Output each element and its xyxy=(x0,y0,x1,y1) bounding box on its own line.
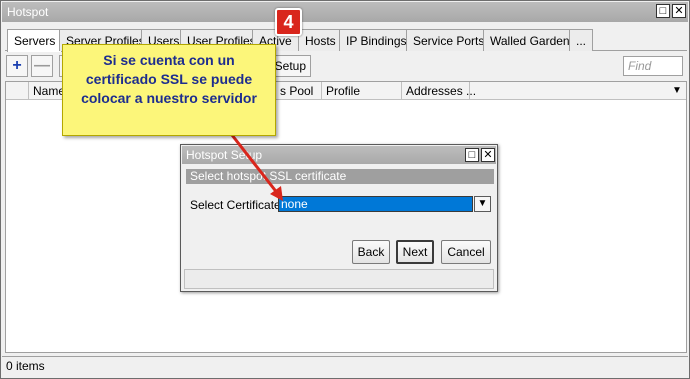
remove-button[interactable]: — xyxy=(31,55,53,77)
window-titlebar: Hotspot xyxy=(2,2,688,22)
tab-more[interactable]: ... xyxy=(569,29,594,51)
certificate-label: Select Certificate: xyxy=(190,198,285,212)
hotspot-setup-dialog: Hotspot Setup □ ✕ Select hotspot SSL cer… xyxy=(180,144,498,292)
step-number-badge: 4 xyxy=(275,8,302,36)
callout-text: Si se cuenta con un certificado SSL se p… xyxy=(81,52,257,106)
dialog-title: Hotspot Setup xyxy=(186,148,263,162)
column-address-pool[interactable]: s Pool xyxy=(276,82,322,100)
tab-ip-bindings[interactable]: IP Bindings xyxy=(339,29,414,51)
callout-note: Si se cuenta con un certificado SSL se p… xyxy=(62,44,276,136)
dialog-close-icon[interactable]: ✕ xyxy=(481,148,495,162)
tab-servers[interactable]: Servers xyxy=(7,29,63,52)
column-profile[interactable]: Profile xyxy=(322,82,402,100)
find-input[interactable]: Find xyxy=(623,56,683,76)
restore-icon[interactable]: □ xyxy=(656,4,670,18)
tab-service-ports[interactable]: Service Ports xyxy=(406,29,492,51)
next-button[interactable]: Next xyxy=(396,240,434,264)
window-title: Hotspot xyxy=(7,5,49,19)
dropdown-icon[interactable]: ▼ xyxy=(474,196,491,212)
cancel-button[interactable]: Cancel xyxy=(441,240,491,264)
certificate-select[interactable]: none xyxy=(278,196,473,212)
add-button[interactable]: + xyxy=(6,55,28,77)
back-button[interactable]: Back xyxy=(352,240,390,264)
column-addresses[interactable]: Addresses ... xyxy=(402,82,476,100)
status-bar: 0 items xyxy=(2,356,688,376)
tab-hosts[interactable]: Hosts xyxy=(298,29,343,51)
column-menu-icon[interactable]: ▼ xyxy=(668,82,686,100)
column-selector[interactable] xyxy=(6,82,29,100)
item-count: 0 items xyxy=(6,359,45,373)
dialog-subtitle: Select hotspot SSL certificate xyxy=(186,169,494,184)
dialog-titlebar: Hotspot Setup xyxy=(182,146,496,164)
dialog-status-bar xyxy=(184,269,494,289)
dialog-restore-icon[interactable]: □ xyxy=(465,148,479,162)
tab-walled-garden[interactable]: Walled Garden xyxy=(483,29,577,51)
close-icon[interactable]: ✕ xyxy=(672,4,686,18)
